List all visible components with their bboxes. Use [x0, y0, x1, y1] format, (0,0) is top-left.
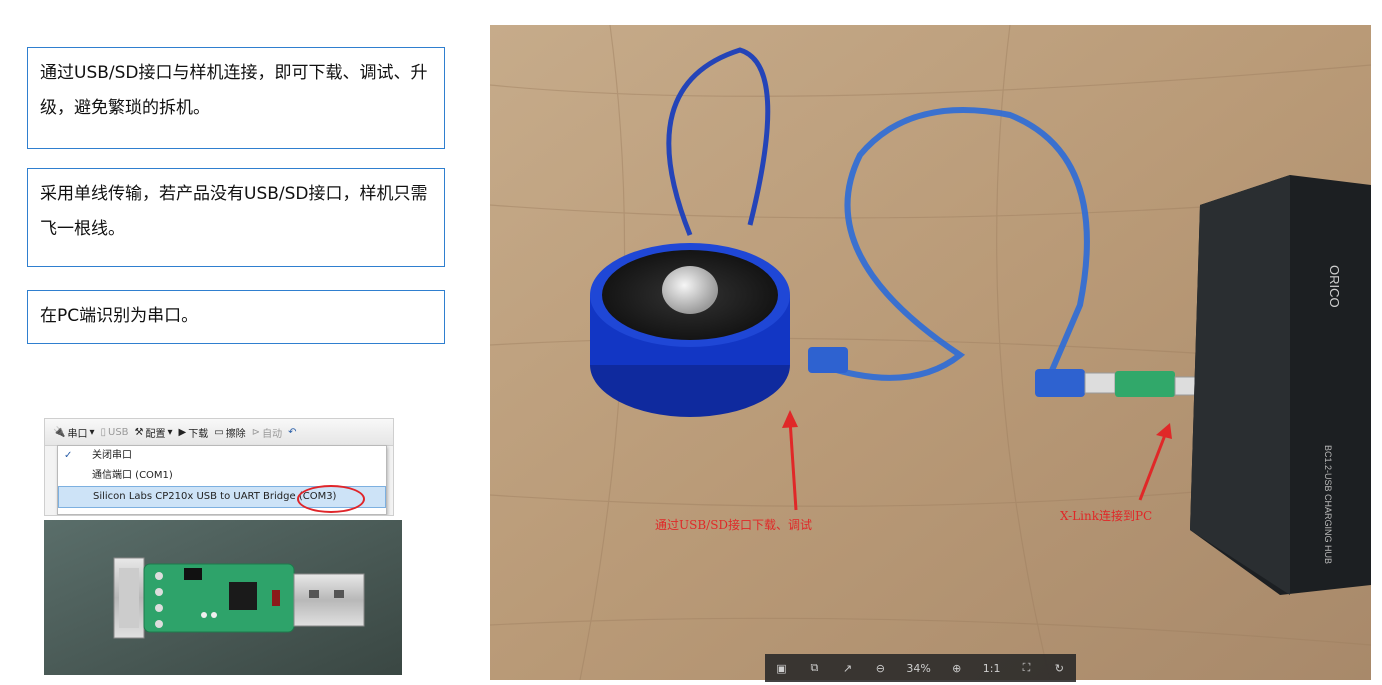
tools-icon: ⚒ [134, 426, 144, 438]
image-viewer-toolbar: ▣ ⧉ ↗ ⊖ 34% ⊕ 1:1 ⛶ ↻ [765, 654, 1076, 682]
plug-icon: 🔌 [53, 426, 66, 438]
menu-item-close-serial[interactable]: 关闭串口 [58, 446, 386, 466]
resize-icon[interactable]: ⧉ [807, 661, 821, 675]
undo-icon[interactable]: ↶ [288, 427, 296, 438]
chevron-down-icon: ▾ [89, 426, 95, 438]
config-label: 配置 [145, 428, 166, 440]
usb-button[interactable]: ▯ USB [100, 427, 128, 438]
fit-icon[interactable]: ⛶ [1019, 661, 1033, 675]
note-box-2: 采用单线传输，若产品没有USB/SD接口，样机只需飞一根线。 [27, 168, 445, 267]
erase-icon: ▭ [214, 426, 224, 438]
chevron-down-icon: ▾ [167, 426, 173, 438]
menu-item-com1[interactable]: 通信端口 (COM1) [58, 466, 386, 486]
erase-button[interactable]: ▭ 擦除 [214, 425, 245, 440]
xlink-board-photo [44, 520, 402, 675]
config-button[interactable]: ⚒ 配置 ▾ [135, 425, 173, 440]
note-text-1: 通过USB/SD接口与样机连接，即可下载、调试、升级，避免繁琐的拆机。 [40, 63, 428, 118]
serial-button[interactable]: 🔌 串口 ▾ [53, 425, 94, 440]
auto-icon: ⊳ [251, 426, 261, 438]
usb-label: USB [108, 426, 129, 438]
play-icon: ▶ [178, 426, 187, 438]
note-box-1: 通过USB/SD接口与样机连接，即可下载、调试、升级，避免繁琐的拆机。 [27, 47, 445, 149]
menu-item-label: 通信端口 (COM1) [92, 470, 173, 481]
download-label: 下载 [188, 428, 209, 440]
toolbar: 🔌 串口 ▾ ▯ USB ⚒ 配置 ▾ ▶ 下载 ▭ 擦除 ⊳ 自动 ↶ [45, 419, 393, 446]
serial-label: 串口 [67, 428, 88, 440]
note-text-3: 在PC端识别为串口。 [40, 306, 199, 326]
highlight-ellipse [297, 485, 365, 513]
zoom-in-icon[interactable]: ⊕ [950, 662, 964, 675]
annotation-xlink: X-Link连接到PC [1060, 509, 1153, 523]
note-text-2: 采用单线传输，若产品没有USB/SD接口，样机只需飞一根线。 [40, 184, 428, 239]
menu-item-label: 关闭串口 [92, 450, 132, 461]
usb-icon: ▯ [100, 426, 106, 438]
annotation-usb-sd: 通过USB/SD接口下载、调试 [655, 518, 813, 532]
share-icon[interactable]: ↗ [840, 662, 854, 675]
download-button[interactable]: ▶ 下载 [179, 425, 209, 440]
hub-brand: ORICO [1327, 265, 1342, 308]
zoom-out-icon[interactable]: ⊖ [873, 662, 887, 675]
serial-menu-screenshot: 🔌串口▾ ▯USB ⚒配置▾ ▶下载 ▭擦除 ⊳自动 ↶ 关闭串口 通信端口 (… [44, 418, 394, 516]
auto-label: 自动 [262, 428, 283, 440]
erase-label: 擦除 [225, 428, 246, 440]
save-icon[interactable]: ▣ [774, 662, 788, 675]
auto-button[interactable]: ⊳ 自动 [252, 425, 282, 440]
rotate-icon[interactable]: ↻ [1052, 662, 1066, 675]
zoom-level: 34% [906, 661, 931, 675]
hub-label: BC1.2-USB CHARGING HUB [1323, 445, 1333, 564]
note-box-3: 在PC端识别为串口。 [27, 290, 445, 344]
connection-photo: ORICO BC1.2-USB CHARGING HUB 通过USB/SD接口下… [490, 25, 1371, 680]
actual-size-icon[interactable]: 1:1 [983, 662, 1001, 675]
